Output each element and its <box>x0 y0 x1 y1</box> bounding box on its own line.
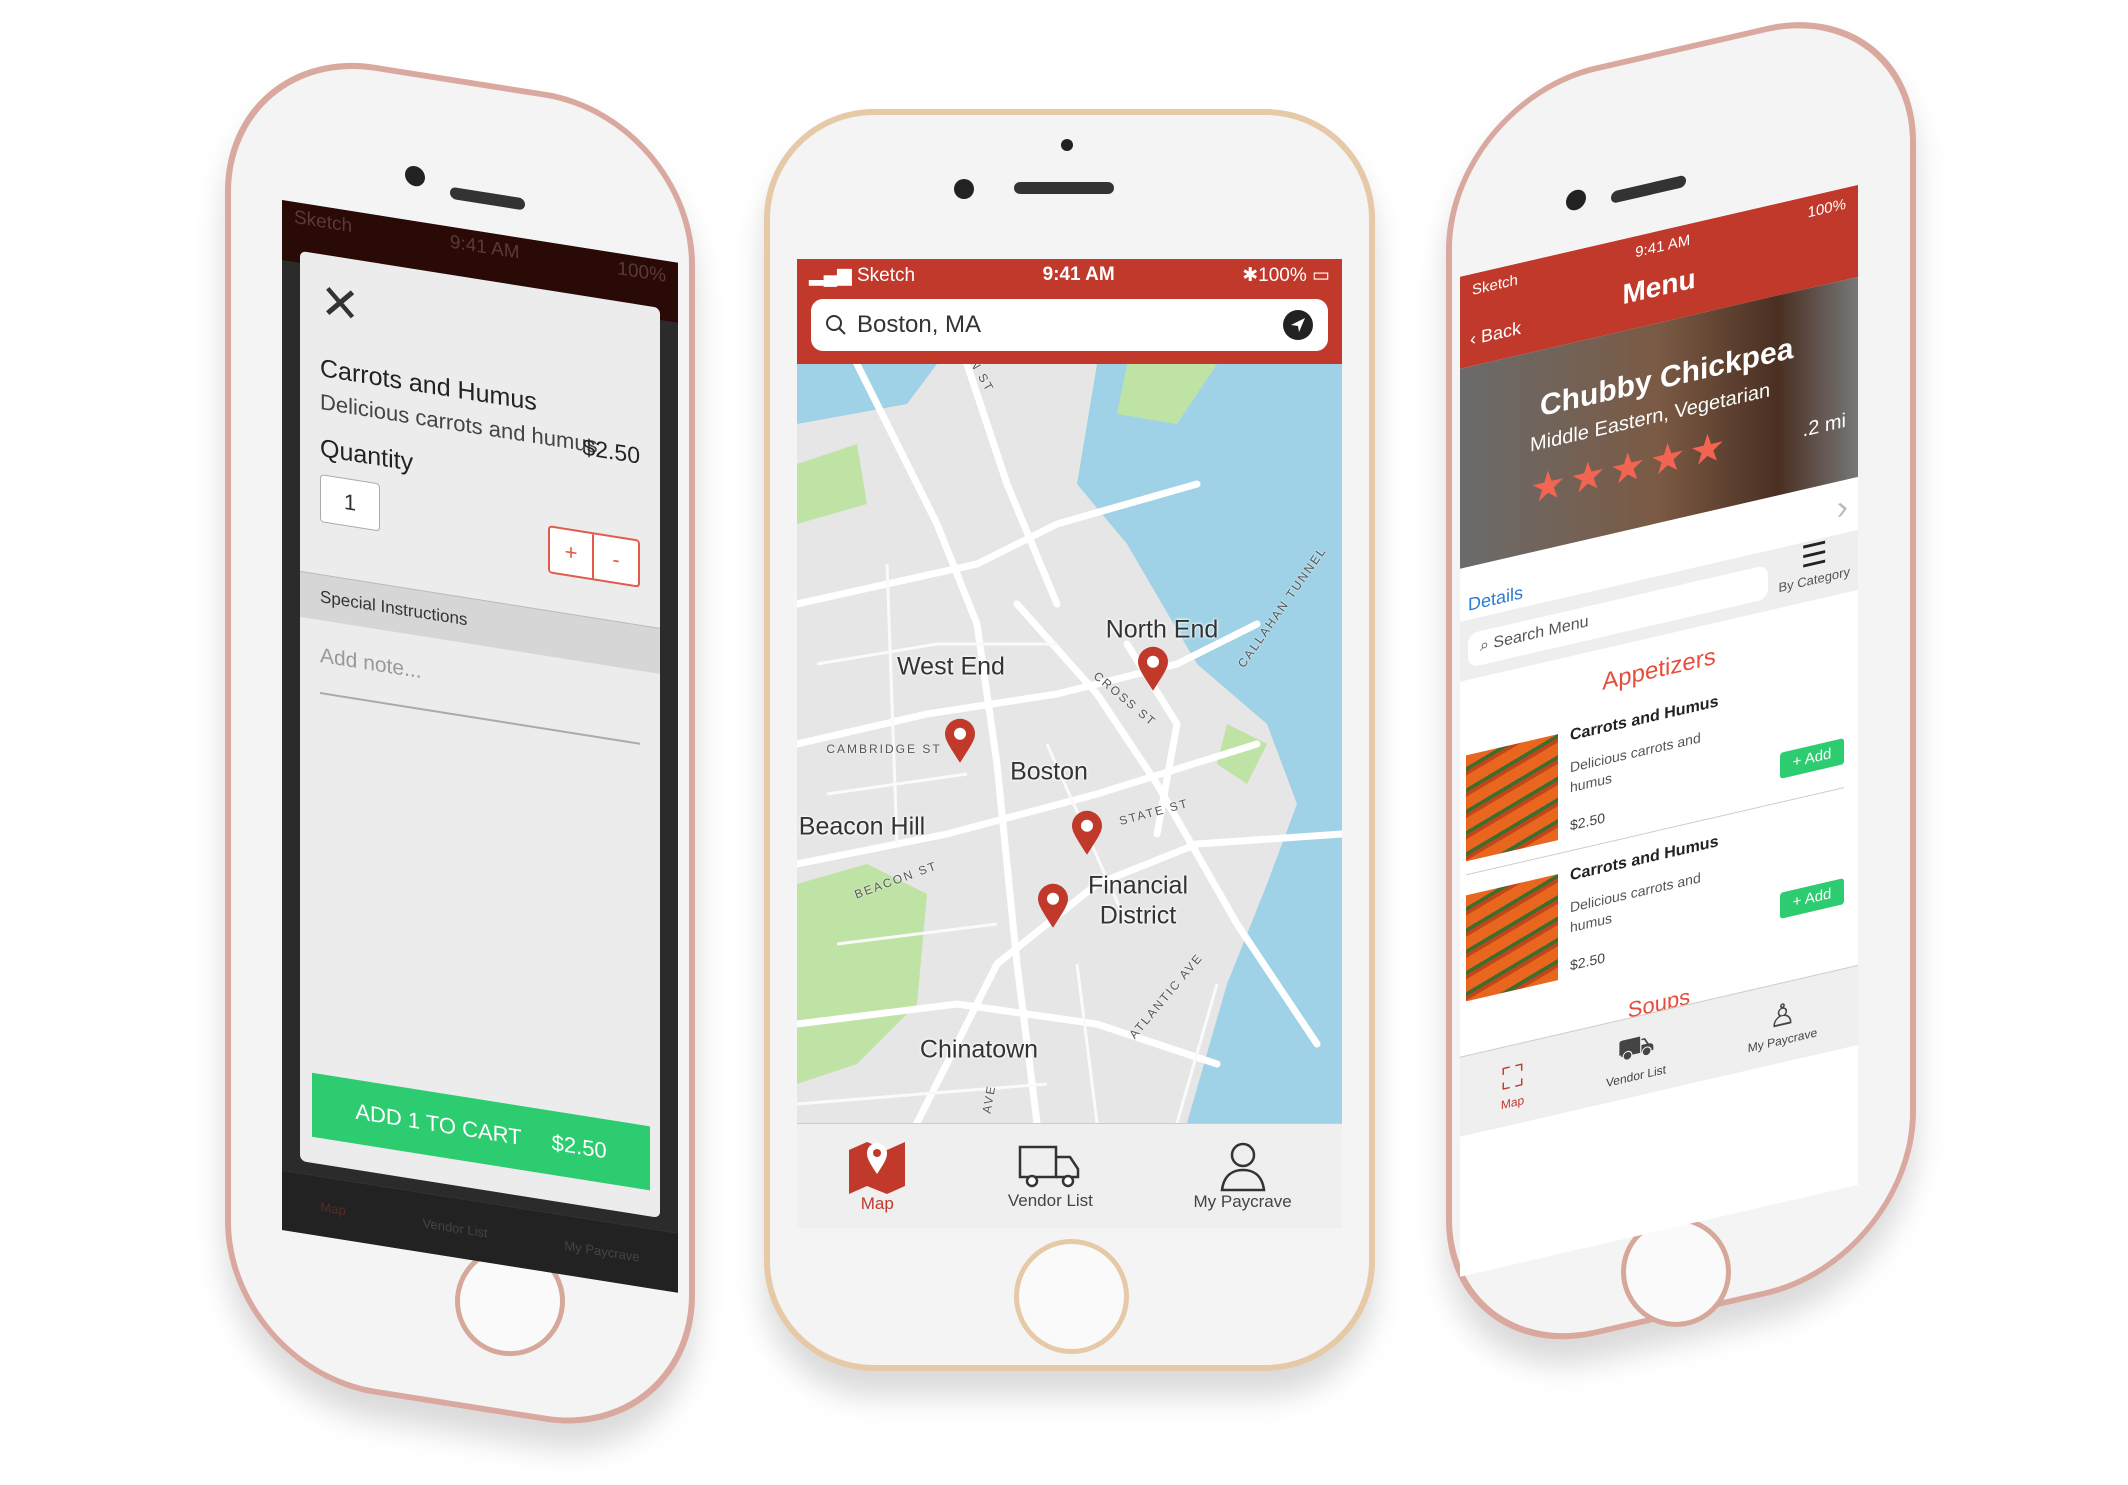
bluetooth-icon: ✱ <box>1242 264 1259 286</box>
speaker <box>1611 174 1686 204</box>
map-label-chinatown: Chinatown <box>919 1035 1039 1064</box>
signal-icon: ▂▄▆ <box>809 264 857 286</box>
map-view[interactable]: North End West End Boston Beacon Hill Fi… <box>797 364 1342 1123</box>
status-bar: ▂▄▆ Sketch 9:41 AM ✱100% ▭ <box>797 259 1342 291</box>
speaker <box>450 186 525 211</box>
tab-my-paycrave[interactable]: My Paycrave <box>1193 1140 1292 1212</box>
left-phone: Sketch 9:41 AM 100% ✕ Carrots and Humus … <box>225 41 695 1446</box>
add-to-cart-label: ADD 1 TO CART <box>355 1098 522 1150</box>
item-modal: ✕ Carrots and Humus Delicious carrots an… <box>300 250 660 1218</box>
close-icon[interactable]: ✕ <box>320 275 360 334</box>
quantity-field[interactable]: 1 <box>320 474 380 532</box>
tab-map[interactable]: Map <box>320 1199 345 1218</box>
battery: 100% <box>1807 195 1846 222</box>
menu-screen: Sketch 9:41 AM 100% ‹ Back Menu Chubby C… <box>1460 184 1858 1277</box>
tab-bar: Map Vendor List My Paycrave <box>797 1123 1342 1228</box>
vendor-pin[interactable] <box>1036 883 1070 929</box>
water <box>797 364 937 424</box>
tab-vendor-list[interactable]: Vendor List <box>423 1215 488 1240</box>
map-pin-icon: ⛶ <box>1502 1058 1524 1097</box>
center-phone: ▂▄▆ Sketch 9:41 AM ✱100% ▭ Boston, MA No… <box>764 109 1375 1371</box>
add-to-cart-price: $2.50 <box>551 1129 607 1164</box>
carrier: Sketch <box>1472 270 1518 299</box>
vendor-pin[interactable] <box>1136 646 1170 692</box>
distance: .2 mi <box>1802 409 1846 442</box>
quantity-label: Quantity <box>320 434 414 477</box>
add-button[interactable]: + Add <box>1780 878 1844 919</box>
truck-icon <box>1019 1145 1080 1188</box>
street-label: CAMBRIDGE ST <box>826 742 942 756</box>
vendor-pin[interactable] <box>943 718 977 764</box>
map-label-boston: Boston <box>1010 757 1088 786</box>
location-search-input[interactable]: Boston, MA <box>811 299 1328 351</box>
chevron-right-icon[interactable]: › <box>1837 487 1848 529</box>
map-label-west-end: West End <box>897 652 1005 681</box>
user-icon <box>1220 1142 1266 1192</box>
front-camera <box>954 179 974 199</box>
battery: 100% <box>617 258 666 287</box>
search-value: Boston, MA <box>857 311 982 338</box>
vendor-pin[interactable] <box>1070 810 1104 856</box>
star-icon: ★ <box>1689 422 1730 476</box>
map-pin-icon <box>849 1142 906 1194</box>
carrier: Sketch <box>294 206 353 238</box>
tab-my-paycrave[interactable]: ♙ My Paycrave <box>1748 990 1817 1055</box>
battery: ✱100% ▭ <box>1242 264 1330 286</box>
park <box>797 444 867 524</box>
tab-map[interactable]: Map <box>847 1138 907 1214</box>
proximity-sensor <box>1061 139 1073 151</box>
item-image <box>1466 874 1558 1002</box>
tab-map[interactable]: ⛶ Map <box>1501 1058 1524 1112</box>
by-category-button[interactable]: ☰ By Category <box>1778 532 1850 595</box>
time: 9:41 AM <box>1042 264 1115 285</box>
map-label-financial: Financial <box>1087 871 1189 900</box>
map-screen: ▂▄▆ Sketch 9:41 AM ✱100% ▭ Boston, MA No… <box>797 259 1342 1228</box>
star-icon: ★ <box>1649 431 1690 486</box>
home-button[interactable] <box>1014 1239 1129 1354</box>
front-camera <box>1566 187 1586 213</box>
item-image <box>1466 734 1558 862</box>
right-phone: Sketch 9:41 AM 100% ‹ Back Menu Chubby C… <box>1446 0 1916 1371</box>
star-icon: ★ <box>1609 441 1650 495</box>
time: 9:41 AM <box>1635 231 1691 261</box>
quantity-stepper: + - <box>548 525 640 588</box>
tab-vendor-list[interactable]: ⛟ Vendor List <box>1606 1024 1666 1089</box>
item-price: $2.50 <box>1570 809 1606 834</box>
decrement-button[interactable]: - <box>594 534 638 585</box>
front-camera <box>405 164 425 188</box>
star-icon: ★ <box>1530 459 1570 513</box>
star-icon: ★ <box>1569 450 1610 504</box>
time: 9:41 AM <box>449 231 520 264</box>
speaker <box>1014 182 1114 194</box>
map-label-beacon-hill: Beacon Hill <box>798 812 926 841</box>
item-price: $2.50 <box>1570 949 1606 974</box>
tab-my-paycrave[interactable]: My Paycrave <box>564 1238 639 1265</box>
tab-vendor-list[interactable]: Vendor List <box>1008 1141 1093 1211</box>
item-detail-screen: Sketch 9:41 AM 100% ✕ Carrots and Humus … <box>282 200 678 1293</box>
add-button[interactable]: + Add <box>1780 738 1844 779</box>
add-to-cart-button[interactable]: ADD 1 TO CART $2.50 <box>312 1072 650 1191</box>
item-price: $2.50 <box>582 433 640 469</box>
increment-button[interactable]: + <box>550 527 594 579</box>
carrier: ▂▄▆ Sketch <box>809 264 916 286</box>
map-label-north-end: North End <box>1105 615 1219 644</box>
map-label-district: District <box>1099 901 1177 930</box>
current-location-icon[interactable] <box>1282 309 1314 341</box>
search-icon <box>826 315 846 335</box>
